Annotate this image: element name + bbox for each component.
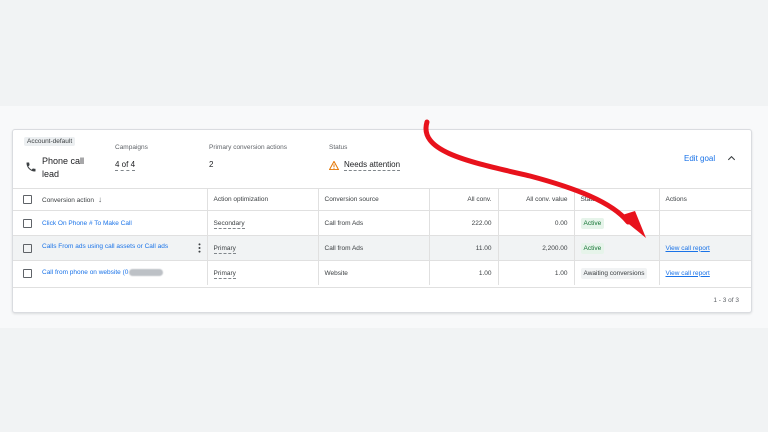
- header-actions: Actions: [658, 188, 751, 211]
- all-conv-value-amount: 2,200.00: [497, 235, 574, 261]
- goal-title: Phone call lead: [25, 155, 90, 180]
- redacted-phone-number: [129, 269, 164, 277]
- conversion-action-link[interactable]: Call from phone on website (0: [42, 270, 128, 277]
- row-actions-cell: [658, 210, 751, 236]
- header-all-conv[interactable]: All conv.: [428, 188, 498, 211]
- optimization-value[interactable]: Secondary: [213, 219, 245, 229]
- primary-actions-label: Primary conversion actions: [209, 144, 288, 151]
- phone-icon: [26, 162, 36, 172]
- primary-actions-metric: Primary conversion actions 2: [209, 144, 287, 169]
- edit-goal-link[interactable]: Edit goal: [684, 154, 715, 163]
- warning-icon: [329, 161, 339, 170]
- primary-actions-value: 2: [209, 160, 214, 169]
- header-conversion-source[interactable]: Conversion source: [317, 188, 429, 211]
- all-conv-value-amount: 0.00: [497, 210, 574, 236]
- optimization-value[interactable]: Primary: [213, 244, 236, 254]
- status-badge: Active: [580, 242, 605, 254]
- view-call-report-link[interactable]: View call report: [666, 245, 710, 252]
- all-conv-value: 222.00: [428, 210, 498, 236]
- status-badge: Active: [580, 217, 605, 229]
- table-footer: 1 - 3 of 3: [13, 287, 751, 312]
- status-value[interactable]: Needs attention: [344, 160, 401, 171]
- campaigns-metric: Campaigns 4 of 4: [115, 144, 148, 171]
- account-default-chip: Account-default: [24, 137, 76, 146]
- conversion-actions-table: Conversion action ↓ Action optimization C…: [13, 188, 751, 285]
- source-value: Call from Ads: [317, 235, 429, 261]
- row-checkbox[interactable]: [23, 243, 32, 253]
- goal-summary: Account-default Phone call lead Campaign…: [13, 130, 751, 188]
- all-conv-value-amount: 1.00: [497, 260, 574, 285]
- conversion-action-link[interactable]: Calls From ads using call assets or Call…: [42, 243, 168, 250]
- select-all-checkbox[interactable]: [23, 195, 32, 204]
- table-row: Click On Phone # To Make Call Secondary …: [13, 210, 751, 236]
- table-row: Call from phone on website (0 Primary We…: [13, 260, 751, 285]
- status-badge: Awaiting conversions: [580, 267, 648, 279]
- source-value: Website: [317, 260, 429, 285]
- goal-name: Phone call lead: [42, 156, 85, 179]
- chevron-up-icon[interactable]: [726, 153, 737, 164]
- header-all-conv-value[interactable]: All conv. value: [497, 188, 574, 211]
- row-checkbox[interactable]: [23, 268, 32, 278]
- pagination-text: 1 - 3 of 3: [713, 297, 739, 304]
- more-options-icon[interactable]: [198, 243, 201, 253]
- header-action-optimization[interactable]: Action optimization: [206, 188, 318, 211]
- status-metric: Status Needs attention: [329, 144, 401, 171]
- campaigns-label: Campaigns: [115, 144, 148, 151]
- sort-down-icon[interactable]: ↓: [98, 195, 102, 204]
- row-checkbox[interactable]: [23, 218, 32, 228]
- view-call-report-link[interactable]: View call report: [666, 270, 710, 277]
- page: Account-default Phone call lead Campaign…: [0, 0, 768, 432]
- table-header-row: Conversion action ↓ Action optimization C…: [13, 188, 751, 211]
- header-conversion-action[interactable]: Conversion action ↓: [36, 188, 207, 211]
- all-conv-value: 1.00: [428, 260, 498, 285]
- campaigns-value[interactable]: 4 of 4: [115, 160, 136, 171]
- conversion-action-link[interactable]: Click On Phone # To Make Call: [42, 220, 132, 227]
- goal-card: Account-default Phone call lead Campaign…: [12, 129, 752, 313]
- status-label: Status: [329, 144, 348, 151]
- source-value: Call from Ads: [317, 210, 429, 236]
- header-status[interactable]: Status: [573, 188, 659, 211]
- optimization-value[interactable]: Primary: [213, 269, 236, 279]
- table-row: Calls From ads using call assets or Call…: [13, 235, 751, 261]
- all-conv-value: 11.00: [428, 235, 498, 261]
